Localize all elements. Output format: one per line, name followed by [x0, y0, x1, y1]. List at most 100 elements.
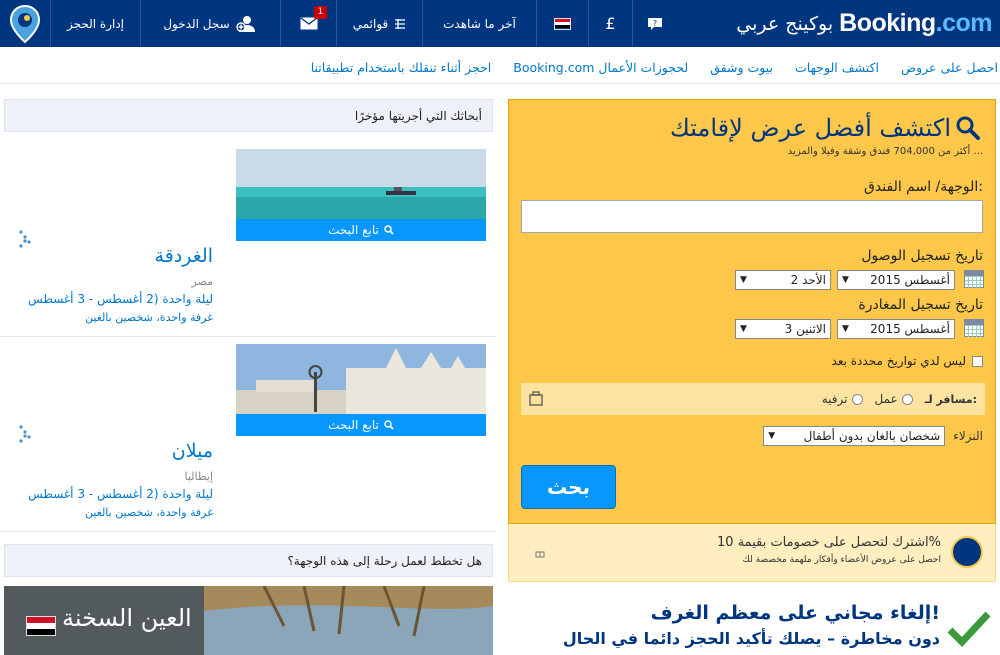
plan-trip-heading: هل تخطط لعمل رحلة إلى هذه الوجهة؟ [4, 544, 493, 577]
top-bar: بوكينج عربي Booking.com ? £ آخر ما شاهدت… [0, 0, 1000, 47]
brand-booking: Booking [839, 9, 936, 37]
card-country: مصر [191, 275, 213, 288]
chevron-down-icon: ▼ [740, 275, 747, 285]
checkout-label: تاريخ تسجيل المغادرة [858, 297, 983, 313]
card-city[interactable]: ميلان [172, 440, 213, 462]
subnav-apps[interactable]: احجز أثناء تنقلك باستخدام تطبيقاتنا [311, 60, 492, 75]
egypt-flag-icon [554, 17, 571, 30]
guests-select[interactable]: ▼ شخصان بالغان بدون أطفال [763, 426, 946, 446]
leisure-label: ترفيه [821, 392, 848, 406]
checkin-day-select[interactable]: ▼ الأحد 2 [735, 270, 831, 290]
no-dates-label: ليس لدي تواريخ محددة بعد [831, 354, 966, 368]
search-icon [384, 225, 394, 235]
card-country: إيطاليا [184, 470, 213, 483]
card-guests[interactable]: غرفة واحدة، شخصين بالغين [85, 311, 213, 324]
brand-com: com [942, 9, 992, 37]
svg-text:?: ? [652, 19, 656, 28]
checkin-month-value: أغسطس 2015 [870, 273, 950, 287]
search-box: اكتشف أفضل عرض لإقامتك أكثر من 704,000 ف… [508, 99, 996, 524]
help-icon: ? [647, 17, 662, 30]
logo-brand: Booking.com [839, 9, 992, 38]
subnav-discover[interactable]: اكتشف الوجهات [795, 60, 879, 75]
card-dates[interactable]: ليلة واحدة (2 أغسطس - 3 أغسطس [28, 487, 213, 501]
subnav-deals[interactable]: احصل على عروض [901, 60, 998, 75]
card-guests[interactable]: غرفة واحدة، شخصين بالغين [85, 506, 213, 519]
chevron-down-icon: ▼ [842, 275, 849, 285]
my-lists-label: قوائمي [352, 16, 389, 31]
free-cancel-subheading: دون مخاطرة – يصلك تأكيد الحجز دائما في ا… [562, 629, 940, 648]
recent-searches-heading: أبحاثك التي أجريتها مؤخرًا [4, 99, 493, 132]
checkout-day-value: الاثنين 3 [784, 322, 826, 336]
manage-booking-button[interactable]: إدارة الحجز [50, 0, 140, 47]
search-title-row: اكتشف أفضل عرض لإقامتك [670, 114, 981, 142]
currency-label: £ [605, 14, 616, 33]
subnav-homes[interactable]: بيوت وشقق [710, 60, 773, 75]
free-cancel-heading: إلغاء مجاني على معظم الغرف! [650, 602, 940, 624]
no-dates-row[interactable]: ليس لدي تواريخ محددة بعد [832, 354, 983, 368]
card-city[interactable]: الغردقة [155, 245, 213, 267]
currency-button[interactable]: £ [588, 0, 632, 47]
share-icon[interactable] [18, 229, 32, 249]
checkin-label: تاريخ تسجيل الوصول [861, 248, 983, 264]
card-dates[interactable]: ليلة واحدة (2 أغسطس - 3 أغسطس [28, 292, 213, 306]
travel-purpose-row: ترفيه عمل مسافر لـ: [521, 383, 985, 415]
location-pin-button[interactable] [0, 0, 50, 47]
checkin-calendar-icon[interactable] [964, 270, 984, 288]
messages-badge: 1 [314, 6, 327, 19]
signup-promo[interactable]: اشترك لتحصل على خصومات بقيمة 10% احصل عل… [508, 524, 996, 582]
leisure-radio[interactable] [851, 393, 863, 405]
recently-viewed-button[interactable]: آخر ما شاهدت [422, 0, 536, 47]
messages-button[interactable]: 1 [280, 0, 336, 47]
manage-booking-label: إدارة الحجز [66, 16, 124, 31]
cathedral-image [236, 344, 486, 414]
egypt-flag-icon [26, 616, 56, 636]
member-avatar-icon [951, 536, 983, 568]
guests-value: شخصان بالغان بدون أطفال [803, 429, 941, 443]
location-pin-icon [9, 4, 41, 43]
subnav-business[interactable]: Booking.com لحجوزات الأعمال [513, 60, 688, 75]
gift-icon [535, 551, 545, 558]
chevron-down-icon: ▼ [768, 431, 776, 441]
destination-name: العين السخنة [62, 604, 192, 632]
logo[interactable]: بوكينج عربي Booking.com [730, 0, 1000, 47]
continue-search-button[interactable]: تابع البحث [236, 219, 486, 241]
checkout-day-select[interactable]: ▼ الاثنين 3 [735, 319, 831, 339]
continue-search-label: تابع البحث [328, 418, 379, 432]
checkin-month-select[interactable]: ▼ أغسطس 2015 [837, 270, 955, 290]
magnifier-icon [956, 116, 980, 140]
sign-in-label: سجل الدخول [163, 16, 230, 31]
chevron-down-icon: ▼ [842, 324, 849, 334]
work-radio[interactable] [901, 393, 913, 405]
checkout-month-value: أغسطس 2015 [870, 322, 950, 336]
destination-label: الوجهة/ اسم الفندق: [864, 179, 983, 195]
language-button[interactable] [536, 0, 588, 47]
guests-row: ▼ شخصان بالغان بدون أطفال النزلاء [763, 426, 983, 446]
destination-input[interactable] [521, 200, 983, 233]
hurghada-photo[interactable] [236, 149, 486, 219]
search-subtitle: أكثر من 704,000 فندق وشقة وفيلا والمزيد … [787, 146, 983, 157]
no-dates-checkbox[interactable] [972, 355, 983, 367]
search-button[interactable]: بحث [521, 465, 616, 509]
search-title: اكتشف أفضل عرض لإقامتك [670, 114, 951, 142]
checkout-month-select[interactable]: ▼ أغسطس 2015 [837, 319, 955, 339]
list-icon [395, 18, 406, 29]
work-label: عمل [874, 392, 898, 406]
recent-search-card[interactable]: تابع البحث ميلان إيطاليا ليلة واحدة (2 أ… [0, 344, 495, 532]
add-user-icon [235, 15, 255, 32]
help-button[interactable]: ? [632, 0, 676, 47]
promo-line-1: اشترك لتحصل على خصومات بقيمة 10% [717, 535, 941, 550]
search-icon [384, 420, 394, 430]
checkout-calendar-icon[interactable] [964, 319, 984, 337]
checkmark-icon [947, 611, 991, 648]
sea-image [236, 149, 486, 219]
continue-search-button[interactable]: تابع البحث [236, 414, 486, 436]
my-lists-button[interactable]: قوائمي [336, 0, 422, 47]
guests-label: النزلاء [953, 429, 983, 443]
share-icon[interactable] [18, 424, 32, 444]
destination-banner[interactable]: العين السخنة [4, 586, 493, 655]
sign-in-button[interactable]: سجل الدخول [140, 0, 280, 47]
sub-navigation: احصل على عروض اكتشف الوجهات بيوت وشقق Bo… [0, 56, 1000, 84]
milan-photo[interactable] [236, 344, 486, 414]
briefcase-icon [529, 391, 543, 406]
recent-search-card[interactable]: تابع البحث الغردقة مصر ليلة واحدة (2 أغس… [0, 149, 495, 337]
